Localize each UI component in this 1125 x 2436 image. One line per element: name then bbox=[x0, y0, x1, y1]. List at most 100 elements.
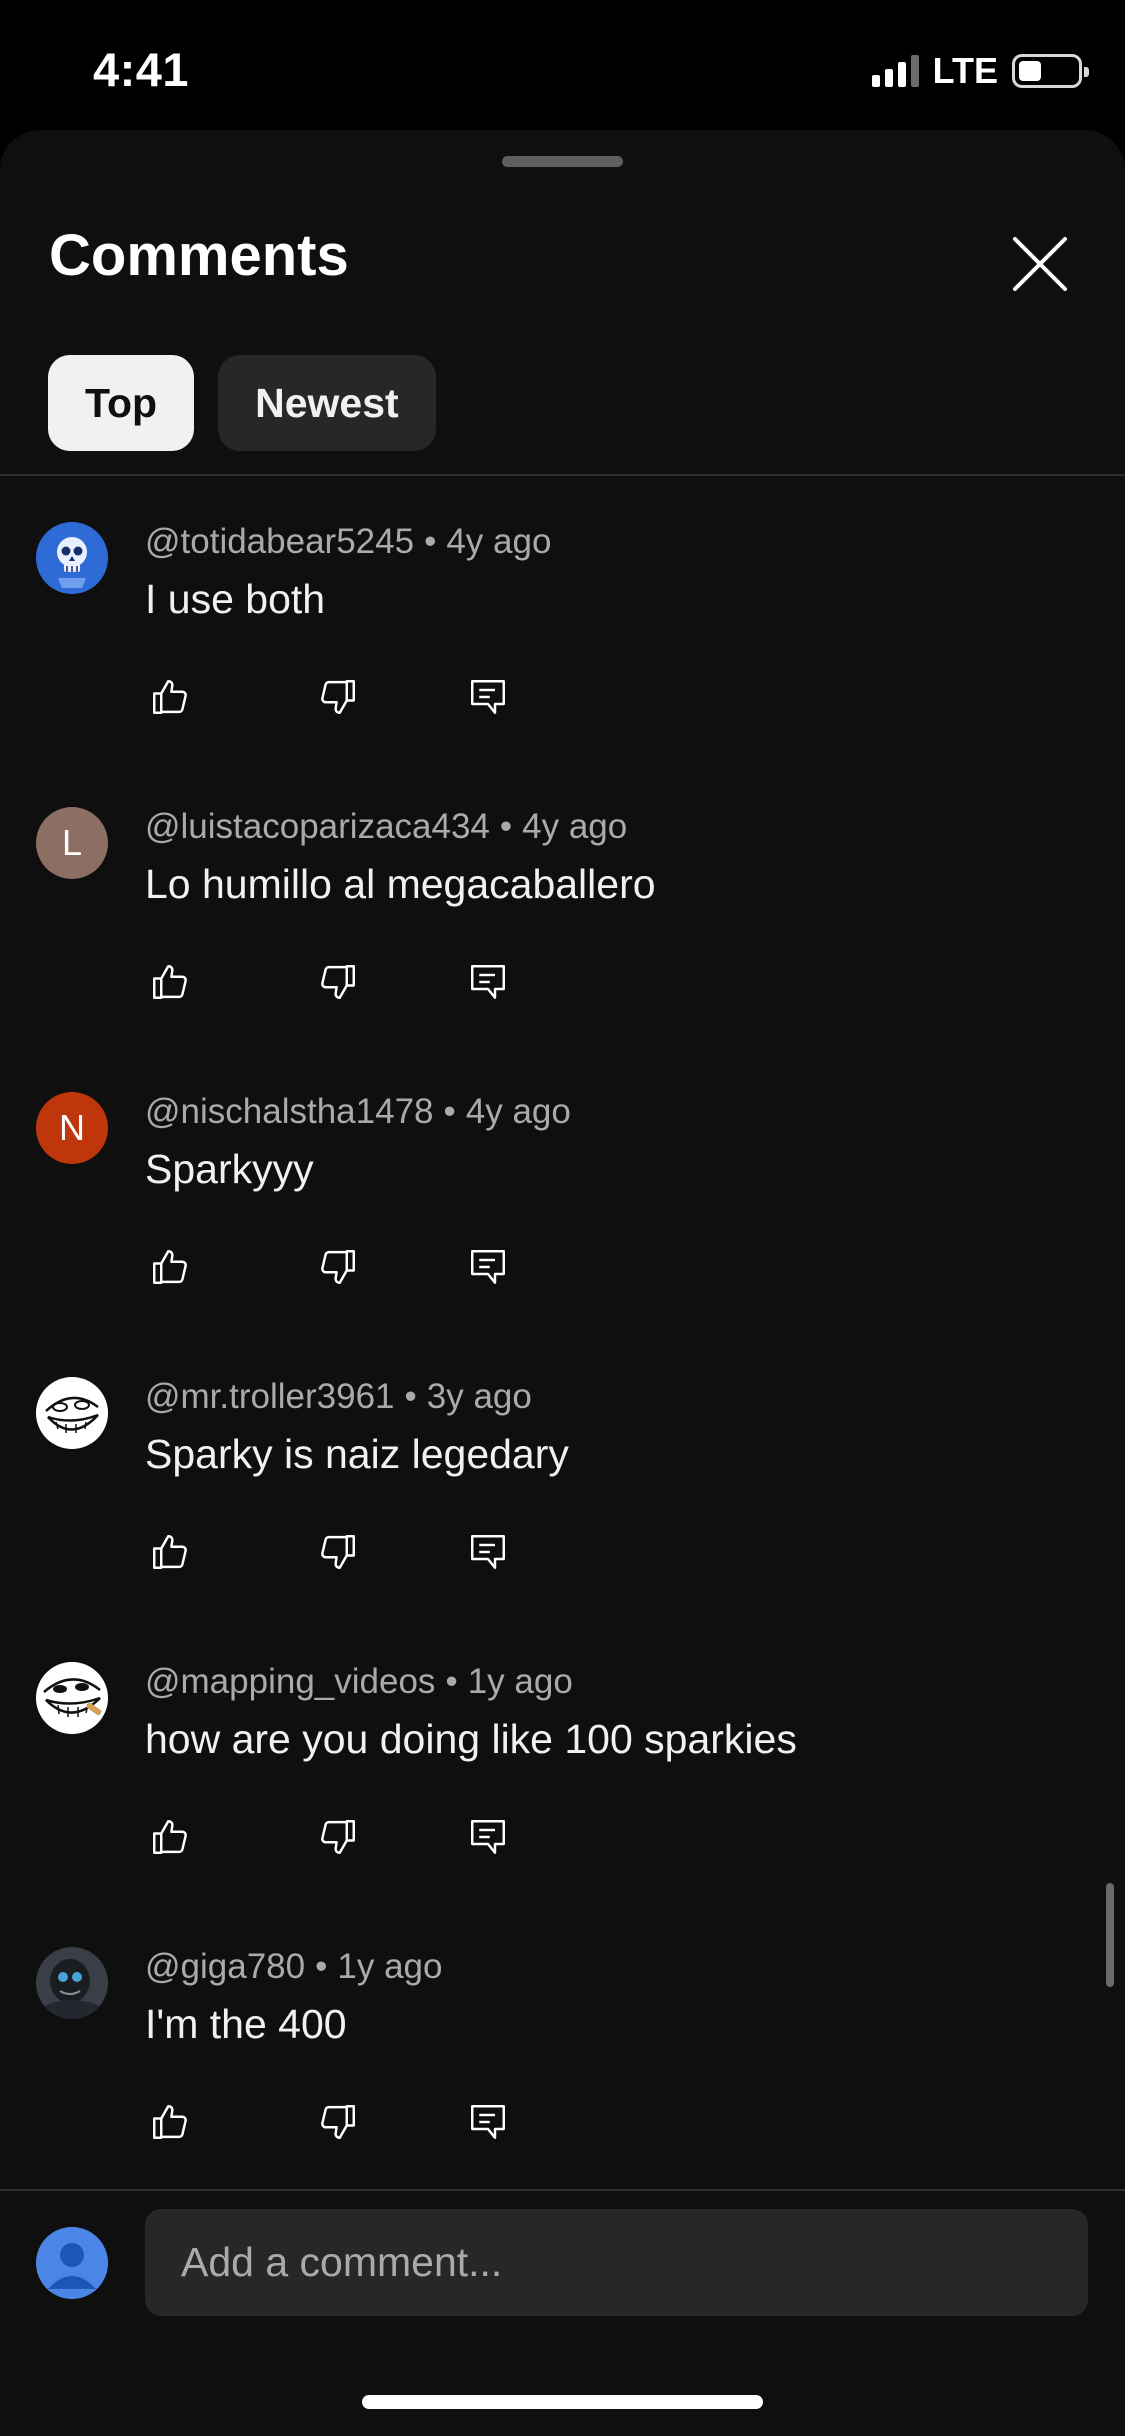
dislike-button[interactable] bbox=[313, 1812, 363, 1862]
comment-list[interactable]: @totidabear5245 • 4y ago I use both L @lui… bbox=[0, 476, 1125, 2190]
comment-text: Sparky is naiz legedary bbox=[145, 1431, 569, 1477]
sheet-drag-handle[interactable] bbox=[502, 156, 623, 167]
comment-meta: @mapping_videos • 1y ago bbox=[145, 1662, 573, 1702]
comment-text: how are you doing like 100 sparkies bbox=[145, 1716, 797, 1762]
tab-newest[interactable]: Newest bbox=[218, 355, 436, 451]
dislike-button[interactable] bbox=[313, 1527, 363, 1577]
status-indicators: LTE bbox=[871, 50, 1089, 92]
dislike-button[interactable] bbox=[313, 1242, 363, 1292]
comment-item: L @luistacoparizaca434 • 4y ago Lo humillo… bbox=[0, 761, 1125, 1046]
dislike-button[interactable] bbox=[313, 2097, 363, 2147]
comment-actions bbox=[145, 672, 525, 722]
avatar-letter: N bbox=[59, 1107, 85, 1148]
meta-separator: • bbox=[315, 1947, 328, 1986]
comment-author[interactable]: @mr.troller3961 bbox=[145, 1377, 395, 1416]
skull-avatar-icon[interactable] bbox=[36, 522, 108, 594]
thumb-down-icon bbox=[321, 680, 355, 714]
thumb-up-icon bbox=[153, 1820, 187, 1854]
comment-author[interactable]: @luistacoparizaca434 bbox=[145, 807, 490, 846]
reply-icon bbox=[471, 965, 505, 999]
thumb-down-icon bbox=[321, 1250, 355, 1284]
close-icon bbox=[1013, 237, 1067, 291]
like-button[interactable] bbox=[145, 1812, 195, 1862]
like-button[interactable] bbox=[145, 1242, 195, 1292]
comment-author[interactable]: @nischalstha1478 bbox=[145, 1092, 434, 1131]
like-button[interactable] bbox=[145, 1527, 195, 1577]
comment-author[interactable]: @totidabear5245 bbox=[145, 522, 414, 561]
user-avatar-icon[interactable] bbox=[36, 2227, 108, 2299]
meta-separator: • bbox=[424, 522, 437, 561]
trollface-avatar-icon[interactable] bbox=[36, 1377, 108, 1449]
comment-age: 1y ago bbox=[467, 1662, 573, 1701]
comment-age: 4y ago bbox=[446, 522, 552, 561]
comment-item: @totidabear5245 • 4y ago I use both bbox=[0, 476, 1125, 761]
reply-button[interactable] bbox=[463, 2097, 513, 2147]
comment-age: 4y ago bbox=[465, 1092, 571, 1131]
trollface-avatar-icon[interactable] bbox=[36, 1662, 108, 1734]
tab-top[interactable]: Top bbox=[48, 355, 195, 451]
signal-icon bbox=[871, 55, 919, 87]
reply-button[interactable] bbox=[463, 1527, 513, 1577]
home-indicator[interactable] bbox=[362, 2395, 763, 2409]
comment-text: I'm the 400 bbox=[145, 2001, 347, 2047]
meta-separator: • bbox=[445, 1662, 458, 1701]
reply-icon bbox=[471, 680, 505, 714]
meta-separator: • bbox=[404, 1377, 417, 1416]
comment-actions bbox=[145, 1527, 525, 1577]
comment-item: @mr.troller3961 • 3y ago Sparky is naiz le… bbox=[0, 1331, 1125, 1616]
network-label: LTE bbox=[932, 50, 998, 91]
reply-icon bbox=[471, 1820, 505, 1854]
reply-icon bbox=[471, 1535, 505, 1569]
comment-text: I use both bbox=[145, 576, 326, 622]
meta-separator: • bbox=[443, 1092, 456, 1131]
like-button[interactable] bbox=[145, 2097, 195, 2147]
comment-actions bbox=[145, 957, 525, 1007]
sort-tabs: Top Newest bbox=[48, 355, 436, 451]
thumb-up-icon bbox=[153, 1250, 187, 1284]
thumb-down-icon bbox=[321, 1535, 355, 1569]
close-button[interactable] bbox=[1002, 226, 1078, 302]
avatar-letter: L bbox=[61, 822, 83, 863]
comment-meta: @nischalstha1478 • 4y ago bbox=[145, 1092, 571, 1132]
comment-author[interactable]: @giga780 bbox=[145, 1947, 305, 1986]
dislike-button[interactable] bbox=[313, 957, 363, 1007]
reply-button[interactable] bbox=[463, 957, 513, 1007]
comment-text: Lo humillo al megacaballero bbox=[145, 861, 656, 907]
dark-figure-avatar-icon[interactable] bbox=[36, 1947, 108, 2019]
comment-text: Sparkyyy bbox=[145, 1146, 314, 1192]
thumb-down-icon bbox=[321, 2105, 355, 2139]
comment-author[interactable]: @mapping_videos bbox=[145, 1662, 435, 1701]
thumb-down-icon bbox=[321, 965, 355, 999]
reply-icon bbox=[471, 1250, 505, 1284]
like-button[interactable] bbox=[145, 957, 195, 1007]
thumb-down-icon bbox=[321, 1820, 355, 1854]
comment-item: @giga780 • 1y ago I'm the 400 bbox=[0, 1901, 1125, 2186]
status-time: 4:41 bbox=[93, 43, 190, 96]
status-bar: 4:41 LTE bbox=[0, 0, 1125, 130]
letter-avatar[interactable]: N bbox=[36, 1092, 108, 1164]
comment-meta: @totidabear5245 • 4y ago bbox=[145, 522, 551, 562]
thumb-up-icon bbox=[153, 1535, 187, 1569]
reply-button[interactable] bbox=[463, 1242, 513, 1292]
scrollbar[interactable] bbox=[1106, 1883, 1114, 1987]
comment-age: 4y ago bbox=[522, 807, 628, 846]
composer-divider bbox=[0, 2189, 1125, 2191]
thumb-up-icon bbox=[153, 680, 187, 714]
letter-avatar[interactable]: L bbox=[36, 807, 108, 879]
comment-item: N @nischalstha1478 • 4y ago Sparkyyy bbox=[0, 1046, 1125, 1331]
comment-actions bbox=[145, 1242, 525, 1292]
sheet-title: Comments bbox=[49, 223, 349, 288]
comment-input[interactable] bbox=[145, 2209, 1088, 2316]
reply-button[interactable] bbox=[463, 672, 513, 722]
comments-sheet: Comments Top Newest @totidabear5245 • 4y… bbox=[0, 130, 1125, 2436]
thumb-up-icon bbox=[153, 2105, 187, 2139]
comment-meta: @giga780 • 1y ago bbox=[145, 1947, 442, 1987]
like-button[interactable] bbox=[145, 672, 195, 722]
comment-item: @mapping_videos • 1y ago how are you doing… bbox=[0, 1616, 1125, 1901]
reply-icon bbox=[471, 2105, 505, 2139]
comment-meta: @luistacoparizaca434 • 4y ago bbox=[145, 807, 627, 847]
reply-button[interactable] bbox=[463, 1812, 513, 1862]
dislike-button[interactable] bbox=[313, 672, 363, 722]
comment-actions bbox=[145, 1812, 525, 1862]
comment-age: 1y ago bbox=[337, 1947, 443, 1986]
